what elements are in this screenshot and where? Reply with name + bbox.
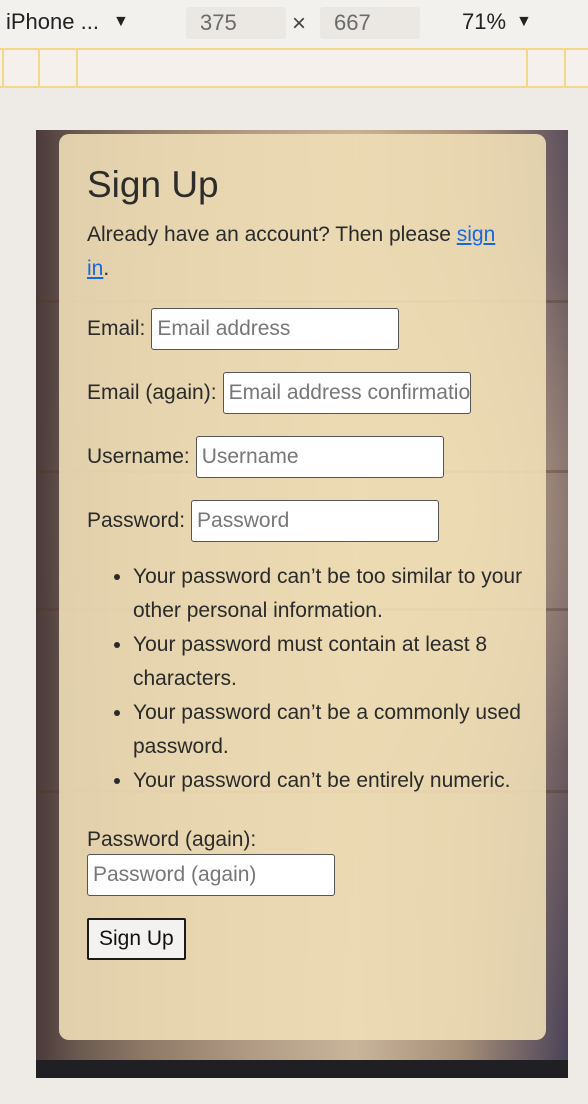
signup-card: Sign Up Already have an account? Then pl… [59,134,546,1040]
email-confirm-row: Email (again): [87,372,518,414]
password-confirm-label: Password (again): [87,828,257,851]
viewport-width-input[interactable]: 375 [186,7,286,39]
media-query-ruler[interactable] [0,48,588,88]
password-help-item: Your password can’t be entirely numeric. [133,764,523,798]
username-field[interactable] [195,436,444,478]
ruler-tick [38,50,40,86]
email-confirm-field[interactable] [222,372,471,414]
username-row: Username: [87,436,518,478]
device-viewport: Sign Up Already have an account? Then pl… [36,130,568,1078]
ruler-tick [2,50,4,86]
device-name: iPhone ... [6,9,99,34]
password-confirm-field[interactable] [87,854,335,896]
email-label: Email: [87,317,146,340]
device-select[interactable]: iPhone ... ▼ [6,9,129,35]
password-confirm-row: Password (again): [87,828,518,896]
zoom-select[interactable]: 71% ▼ [462,9,532,35]
chevron-down-icon: ▼ [516,13,532,30]
email-confirm-label: Email (again): [87,381,217,404]
devtools-device-toolbar: iPhone ... ▼ 375 × 667 71% ▼ [0,0,588,48]
password-help-item: Your password can’t be too similar to yo… [133,560,523,628]
password-field[interactable] [191,500,440,542]
password-help-item: Your password can’t be a commonly used p… [133,696,523,764]
password-help-list: Your password can’t be too similar to yo… [87,560,522,798]
intro-message: Already have an account? Then please [87,223,451,246]
password-label: Password: [87,509,186,532]
intro-period: . [103,257,110,280]
viewport-footer-strip [36,1060,568,1078]
email-row: Email: [87,308,518,350]
ruler-tick [564,50,566,86]
ruler-tick [526,50,528,86]
email-field[interactable] [151,308,400,350]
intro-text: Already have an account? Then please sig… [87,218,507,286]
ruler-tick [76,50,78,86]
username-label: Username: [87,445,190,468]
times-icon: × [292,10,307,37]
viewport-height-input[interactable]: 667 [320,7,420,39]
page-title: Sign Up [87,164,219,205]
password-row: Password: [87,500,518,542]
signup-button[interactable]: Sign Up [87,918,186,960]
password-help-item: Your password must contain at least 8 ch… [133,628,523,696]
chevron-down-icon: ▼ [112,13,129,30]
zoom-value: 71% [462,9,507,34]
